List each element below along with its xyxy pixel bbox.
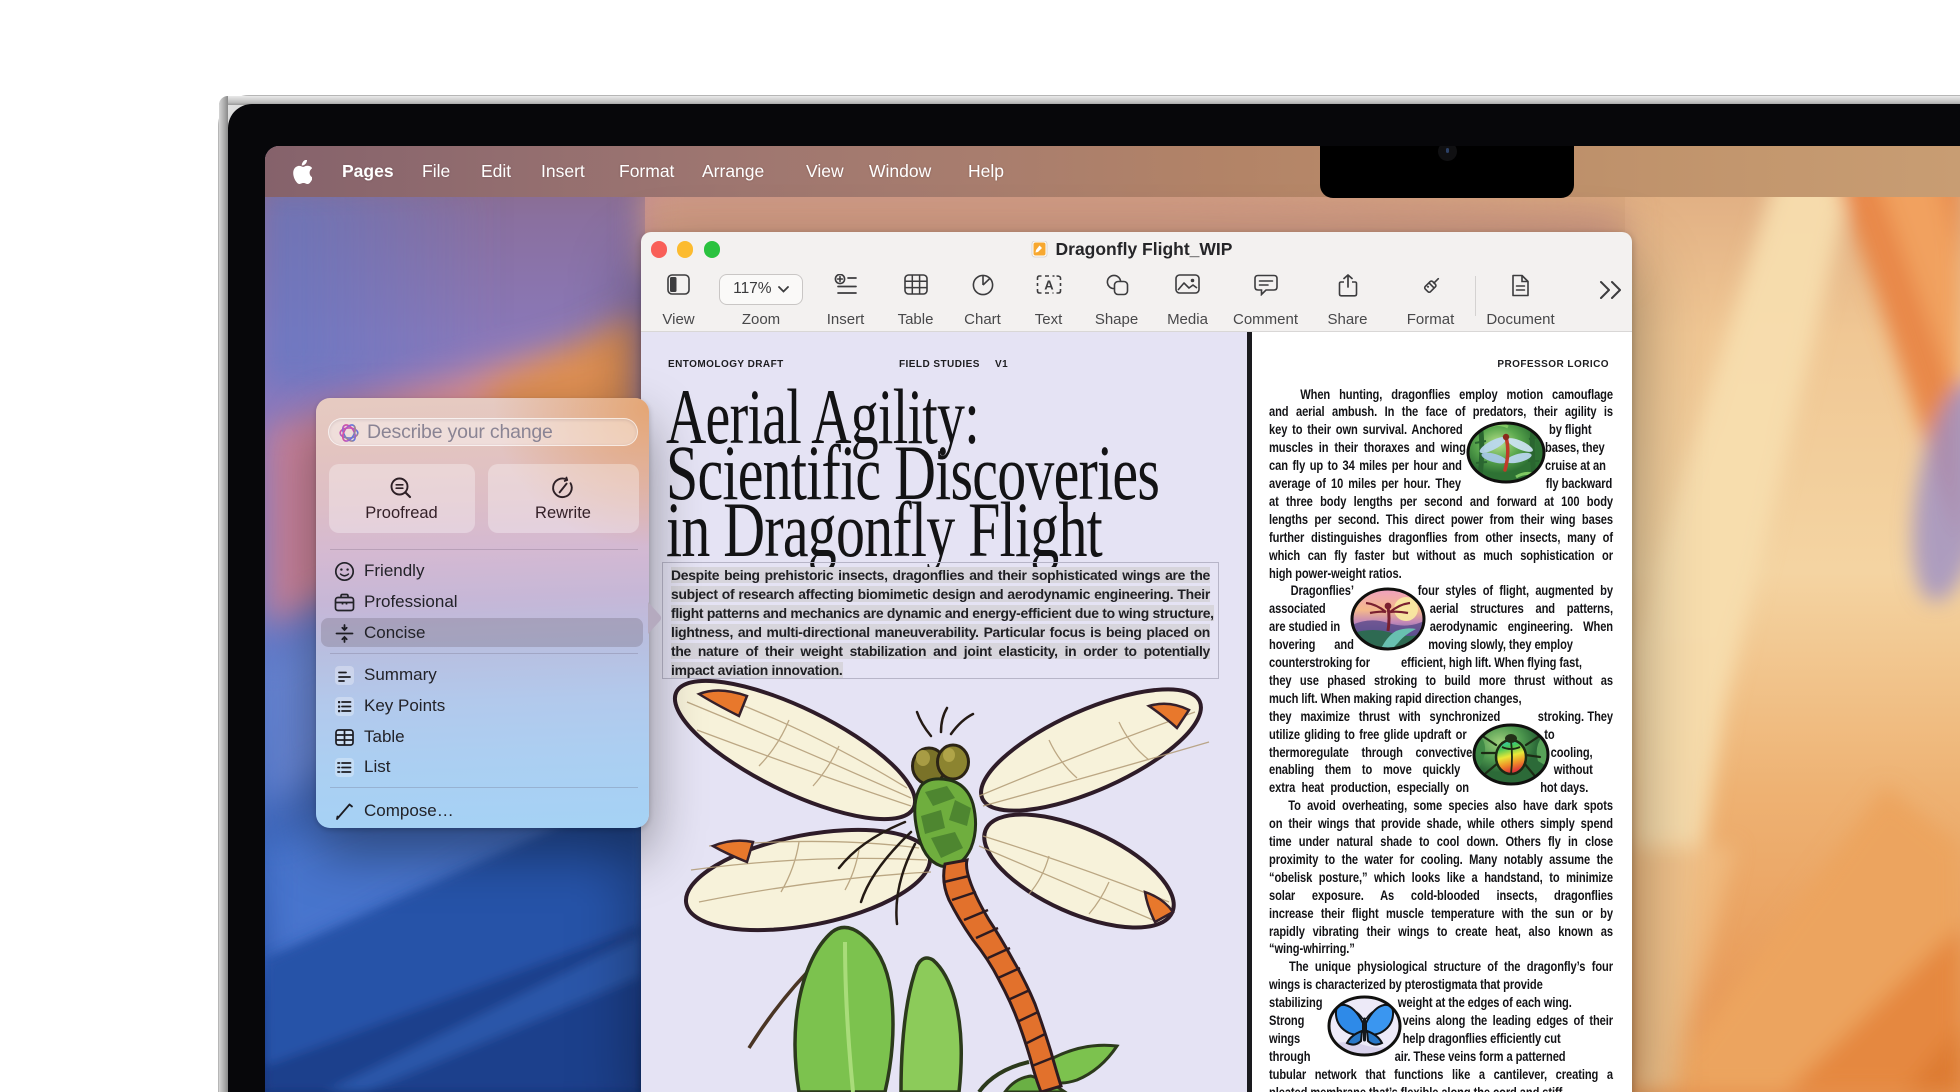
svg-text:A: A <box>1044 277 1054 292</box>
